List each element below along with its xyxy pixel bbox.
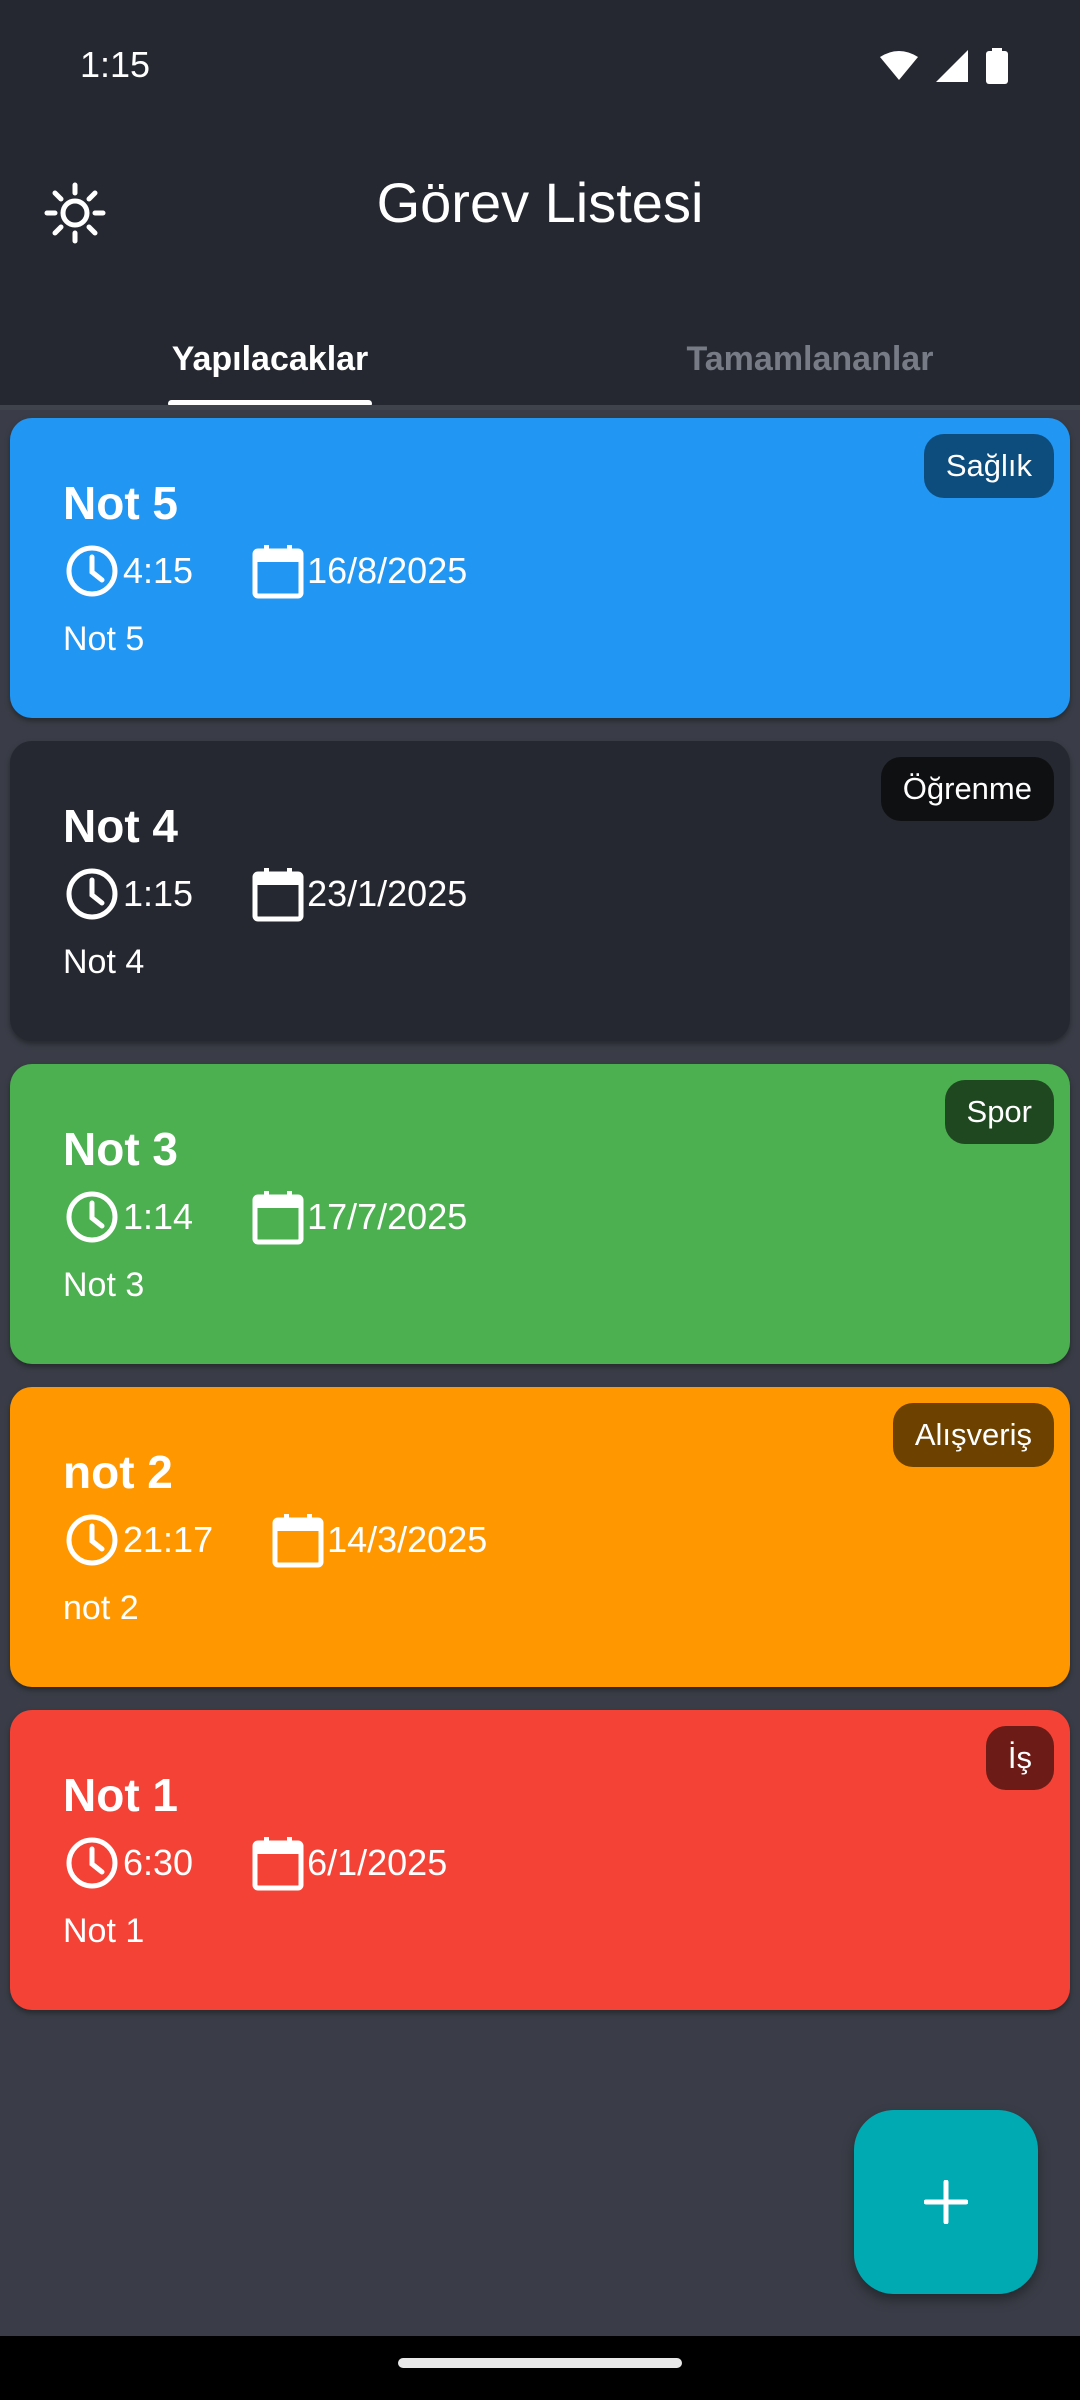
tab-todo[interactable]: Yapılacaklar — [0, 340, 540, 379]
calendar-icon — [252, 1837, 304, 1891]
signal-icon — [936, 50, 968, 82]
task-list: Not 5 4:15 16/8/2025 Not 5 Sağlık Not 4 — [10, 418, 1070, 2033]
tab-divider — [0, 405, 1080, 410]
task-description: Not 4 — [63, 943, 145, 981]
home-gesture-handle[interactable] — [398, 2358, 682, 2368]
task-time: 1:15 — [123, 873, 194, 914]
wifi-icon — [880, 51, 918, 80]
task-date: 6/1/2025 — [307, 1842, 448, 1883]
task-title: Not 3 — [63, 1123, 178, 1175]
task-description: not 2 — [63, 1589, 139, 1627]
calendar-icon — [252, 868, 304, 922]
clock-icon — [66, 545, 118, 597]
plus-icon — [924, 2180, 968, 2224]
task-meta: 4:15 16/8/2025 — [63, 540, 467, 602]
task-time: 4:15 — [123, 550, 194, 591]
task-date: 23/1/2025 — [307, 873, 468, 914]
task-date: 16/8/2025 — [307, 550, 468, 591]
app-bar: Görev Listesi Yapılacaklar Tamamlananlar — [0, 130, 1080, 410]
page-title: Görev Listesi — [376, 171, 704, 234]
status-time: 1:15 — [80, 44, 151, 85]
battery-icon — [986, 48, 1008, 84]
category-badge: Öğrenme — [880, 757, 1054, 821]
calendar-icon — [252, 545, 304, 599]
task-title: Not 4 — [63, 800, 178, 852]
task-title: Not 5 — [63, 477, 178, 529]
navigation-bar — [0, 2336, 1080, 2400]
task-meta: 6:30 6/1/2025 — [63, 1832, 447, 1894]
calendar-icon — [272, 1514, 324, 1568]
task-card[interactable]: Not 3 1:14 17/7/2025 Not 3 Spor — [10, 1064, 1070, 1364]
category-badge: Alışveriş — [892, 1403, 1054, 1467]
clock-icon — [66, 1191, 118, 1243]
status-bar: 1:15 — [0, 0, 1080, 130]
task-meta: 1:14 17/7/2025 — [63, 1186, 467, 1248]
task-meta: 1:15 23/1/2025 — [63, 863, 467, 925]
clock-icon — [66, 1837, 118, 1889]
tab-bar: Yapılacaklar Tamamlananlar — [0, 340, 1080, 410]
task-card[interactable]: not 2 21:17 14/3/2025 not 2 Alışveriş — [10, 1387, 1070, 1687]
status-icons — [880, 48, 1008, 84]
task-time: 6:30 — [123, 1842, 194, 1883]
category-badge: Spor — [944, 1080, 1054, 1144]
tab-completed[interactable]: Tamamlananlar — [540, 340, 1080, 379]
task-title: not 2 — [63, 1446, 173, 1498]
task-description: Not 5 — [63, 620, 145, 658]
task-card[interactable]: Not 1 6:30 6/1/2025 Not 1 İş — [10, 1710, 1070, 2010]
task-meta: 21:17 14/3/2025 — [63, 1509, 487, 1571]
task-date: 17/7/2025 — [307, 1196, 468, 1237]
add-task-button[interactable] — [854, 2110, 1038, 2294]
clock-icon — [66, 868, 118, 920]
task-description: Not 3 — [63, 1266, 145, 1304]
task-time: 21:17 — [123, 1519, 214, 1560]
clock-icon — [66, 1514, 118, 1566]
task-card[interactable]: Not 4 1:15 23/1/2025 Not 4 Öğrenme — [10, 741, 1070, 1041]
task-card[interactable]: Not 5 4:15 16/8/2025 Not 5 Sağlık — [10, 418, 1070, 718]
task-description: Not 1 — [63, 1912, 145, 1950]
task-title: Not 1 — [63, 1769, 178, 1821]
category-badge: İş — [985, 1726, 1054, 1790]
task-date: 14/3/2025 — [327, 1519, 488, 1560]
category-badge: Sağlık — [923, 434, 1054, 498]
task-time: 1:14 — [123, 1196, 194, 1237]
calendar-icon — [252, 1191, 304, 1245]
